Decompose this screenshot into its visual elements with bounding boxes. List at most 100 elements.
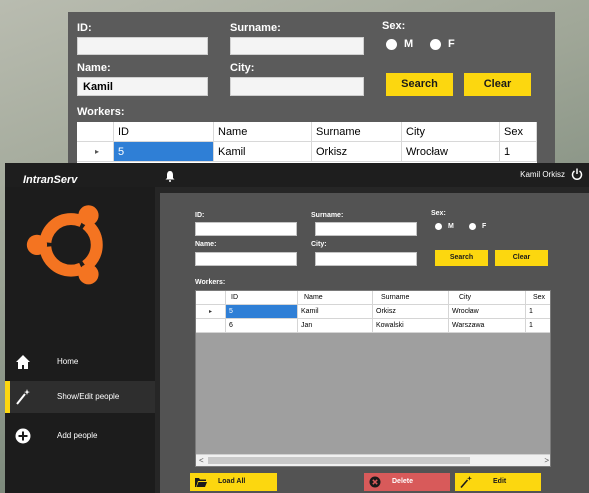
col-sex[interactable]: Sex bbox=[526, 291, 550, 305]
title-bar: IntranServ Kamil Orkisz bbox=[5, 163, 589, 187]
delete-button[interactable]: Delete bbox=[364, 473, 450, 491]
horizontal-scrollbar[interactable]: < > bbox=[196, 454, 550, 466]
zoom-name-label: Name: bbox=[77, 62, 111, 74]
scroll-left-arrow[interactable]: < bbox=[199, 456, 204, 465]
zoom-table-row[interactable]: ▸ 5 Kamil Orkisz Wrocław 1 bbox=[77, 142, 537, 162]
zoom-cell-name[interactable]: Kamil bbox=[214, 142, 312, 162]
grid-header: ID Name Surname City Sex bbox=[196, 291, 550, 305]
col-surname[interactable]: Surname bbox=[373, 291, 449, 305]
zoom-id-label: ID: bbox=[77, 22, 92, 34]
cell-name[interactable]: Jan bbox=[298, 319, 373, 333]
zoomed-search-panel: ID: Surname: Sex: M F Name: Kamil City: … bbox=[68, 12, 555, 172]
cell-surname[interactable]: Kowalski bbox=[373, 319, 449, 333]
id-label: ID: bbox=[195, 212, 205, 219]
zoom-city-field[interactable] bbox=[230, 77, 364, 96]
scroll-right-arrow[interactable]: > bbox=[544, 456, 549, 465]
zoom-name-field[interactable]: Kamil bbox=[77, 77, 208, 96]
city-label: City: bbox=[311, 241, 327, 248]
name-field[interactable] bbox=[195, 252, 297, 266]
sex-f-radio[interactable] bbox=[469, 223, 476, 230]
zoom-surname-label: Surname: bbox=[230, 22, 281, 34]
cell-sex[interactable]: 1 bbox=[526, 305, 550, 319]
zoom-sex-m-radio[interactable] bbox=[386, 39, 397, 50]
zoom-col-city[interactable]: City bbox=[402, 122, 500, 142]
surname-label: Surname: bbox=[311, 212, 344, 219]
active-indicator bbox=[5, 381, 10, 413]
zoom-city-label: City: bbox=[230, 62, 255, 74]
zoom-col-surname[interactable]: Surname bbox=[312, 122, 402, 142]
zoom-sex-label: Sex: bbox=[382, 20, 406, 32]
cell-name[interactable]: Kamil bbox=[298, 305, 373, 319]
surname-field[interactable] bbox=[315, 222, 417, 236]
zoom-clear-button[interactable]: Clear bbox=[464, 73, 531, 96]
scrollbar-thumb[interactable] bbox=[208, 457, 470, 464]
cell-id[interactable]: 5 bbox=[226, 305, 298, 319]
zoom-cell-id[interactable]: 5 bbox=[114, 142, 214, 162]
sex-m-radio[interactable] bbox=[435, 223, 442, 230]
bell-icon[interactable] bbox=[165, 171, 175, 182]
id-field[interactable] bbox=[195, 222, 297, 236]
sex-label: Sex: bbox=[431, 210, 446, 217]
zoom-surname-field[interactable] bbox=[230, 37, 364, 55]
sex-m-label: M bbox=[448, 223, 454, 230]
zoom-workers-label: Workers: bbox=[77, 106, 125, 118]
edit-button[interactable]: Edit bbox=[455, 473, 541, 491]
grid-corner bbox=[196, 291, 226, 305]
zoom-col-name[interactable]: Name bbox=[214, 122, 312, 142]
zoom-col-id[interactable]: ID bbox=[114, 122, 214, 142]
delete-label: Delete bbox=[392, 478, 414, 485]
magic-wand-icon bbox=[460, 476, 472, 488]
cell-city[interactable]: Warszawa bbox=[449, 319, 526, 333]
table-row[interactable]: 6 Jan Kowalski Warszawa 1 bbox=[196, 319, 550, 333]
zoom-sex-f-label: F bbox=[448, 38, 455, 50]
row-marker: ▸ bbox=[196, 305, 226, 319]
zoom-id-field[interactable] bbox=[77, 37, 208, 55]
sex-f-label: F bbox=[482, 223, 487, 230]
edit-label: Edit bbox=[493, 478, 507, 485]
sidebar-item-label: Home bbox=[57, 357, 79, 366]
cell-id[interactable]: 6 bbox=[226, 319, 298, 333]
load-all-button[interactable]: Load All bbox=[190, 473, 277, 491]
workers-label: Workers: bbox=[195, 279, 226, 286]
load-all-label: Load All bbox=[218, 478, 246, 485]
table-row[interactable]: ▸ 5 Kamil Orkisz Wrocław 1 bbox=[196, 305, 550, 319]
user-name[interactable]: Kamil Orkisz bbox=[520, 170, 565, 179]
sidebar-item-add-people[interactable]: Add people bbox=[5, 420, 155, 452]
sidebar-item-home[interactable]: Home bbox=[5, 346, 155, 378]
delete-icon bbox=[369, 476, 381, 488]
cell-city[interactable]: Wrocław bbox=[449, 305, 526, 319]
zoom-sex-f-radio[interactable] bbox=[430, 39, 441, 50]
col-name[interactable]: Name bbox=[298, 291, 373, 305]
plus-circle-icon bbox=[15, 428, 31, 444]
cell-sex[interactable]: 1 bbox=[526, 319, 550, 333]
sidebar-item-show-edit-people[interactable]: Show/Edit people bbox=[5, 381, 155, 413]
zoom-grid-header: ID Name Surname City Sex bbox=[77, 122, 537, 142]
workers-grid[interactable]: ID Name Surname City Sex ▸ 5 Kamil Orkis… bbox=[195, 290, 551, 467]
zoom-col-sex[interactable]: Sex bbox=[500, 122, 537, 142]
folder-open-icon bbox=[195, 478, 207, 487]
content-panel: ID: Surname: Sex: M F Name: City: Search… bbox=[160, 193, 589, 493]
sidebar-item-label: Add people bbox=[57, 431, 98, 440]
zoom-row-marker: ▸ bbox=[77, 142, 114, 162]
zoom-cell-city[interactable]: Wrocław bbox=[402, 142, 500, 162]
col-id[interactable]: ID bbox=[226, 291, 298, 305]
app-window: IntranServ Kamil Orkisz Home Show/Edit p… bbox=[5, 163, 589, 493]
zoom-sex-m-label: M bbox=[404, 38, 414, 50]
power-icon[interactable] bbox=[571, 168, 583, 180]
sidebar-item-label: Show/Edit people bbox=[57, 392, 120, 401]
clear-button[interactable]: Clear bbox=[495, 250, 548, 266]
city-field[interactable] bbox=[315, 252, 417, 266]
magic-wand-icon bbox=[16, 389, 30, 405]
zoom-cell-sex[interactable]: 1 bbox=[500, 142, 537, 162]
search-button[interactable]: Search bbox=[435, 250, 488, 266]
col-city[interactable]: City bbox=[449, 291, 526, 305]
ubuntu-logo bbox=[26, 205, 104, 285]
row-marker bbox=[196, 319, 226, 333]
home-icon bbox=[16, 355, 30, 369]
zoom-search-button[interactable]: Search bbox=[386, 73, 453, 96]
sidebar: Home Show/Edit people Add people bbox=[5, 187, 155, 493]
zoom-cell-surname[interactable]: Orkisz bbox=[312, 142, 402, 162]
app-title: IntranServ bbox=[23, 174, 78, 186]
name-label: Name: bbox=[195, 241, 217, 248]
cell-surname[interactable]: Orkisz bbox=[373, 305, 449, 319]
